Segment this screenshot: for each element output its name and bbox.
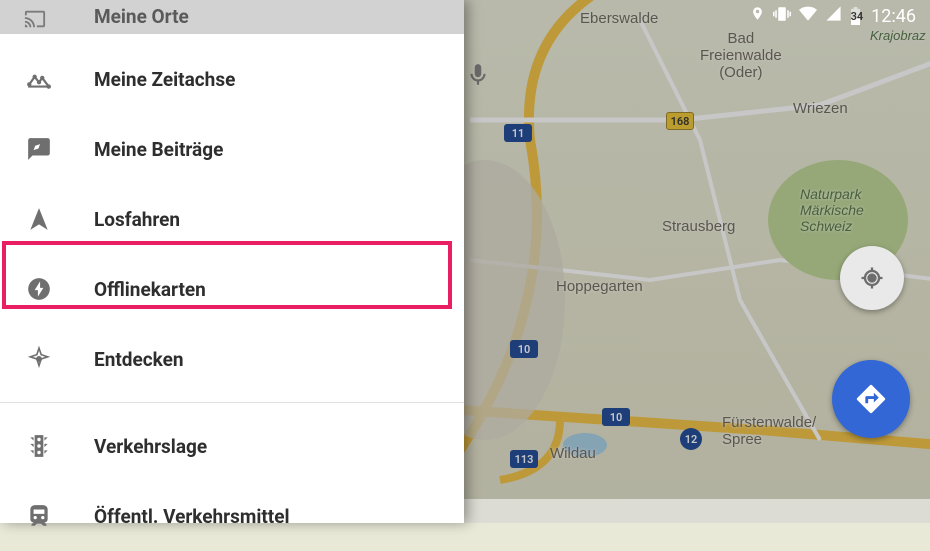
menu-item-label: Entdecken: [94, 348, 184, 371]
location-icon: [750, 6, 765, 26]
menu-item-timeline[interactable]: Meine Zeitachse: [0, 44, 464, 114]
menu-item-label: Verkehrslage: [94, 435, 207, 458]
timeline-icon: [26, 66, 94, 92]
place-strausberg: Strausberg: [662, 218, 735, 235]
menu-item-contributions[interactable]: Meine Beiträge: [0, 114, 464, 184]
cast-icon[interactable]: [24, 8, 46, 34]
navigation-arrow-icon: [26, 206, 94, 232]
battery-percent: 34: [851, 10, 864, 23]
drawer-header: Meine Orte: [0, 0, 464, 34]
menu-item-label: Offlinekarten: [94, 278, 206, 301]
menu-item-label: Meine Zeitachse: [94, 68, 235, 91]
status-bar: 34 12:46: [750, 0, 930, 32]
road-badge-a10b: 10: [602, 408, 630, 426]
place-naturpark: Naturpark Märkische Schweiz: [800, 186, 864, 234]
review-icon: [26, 136, 94, 162]
menu-item-explore[interactable]: Entdecken: [0, 324, 464, 394]
menu-item-label: Öffentl. Verkehrsmittel: [94, 505, 290, 528]
menu-item-label: Losfahren: [94, 208, 180, 231]
menu-item-offline-maps[interactable]: Offlinekarten: [0, 254, 464, 324]
directions-button[interactable]: [832, 360, 910, 438]
voice-search-icon[interactable]: [465, 62, 491, 88]
traffic-icon: [26, 433, 94, 459]
place-hoppegarten: Hoppegarten: [556, 278, 643, 295]
menu-divider: [0, 402, 464, 403]
battery-icon: 34: [850, 7, 864, 25]
place-eberswalde: Eberswalde: [580, 10, 658, 27]
wifi-icon: [799, 5, 817, 28]
menu-item-traffic[interactable]: Verkehrslage: [0, 411, 464, 481]
place-furstenwalde: Fürstenwalde/ Spree: [722, 414, 816, 448]
place-bad-freienwalde: Bad Freienwalde (Oder): [700, 30, 782, 81]
menu-item-label: Meine Beiträge: [94, 138, 223, 161]
navigation-drawer: Meine Orte Meine Zeitachse Meine Beiträg…: [0, 0, 464, 523]
menu-item-transit[interactable]: Öffentl. Verkehrsmittel: [0, 481, 464, 551]
vibrate-icon: [773, 5, 791, 28]
status-clock: 12:46: [871, 6, 916, 27]
road-badge-a10a: 10: [510, 340, 538, 358]
transit-icon: [26, 503, 94, 529]
road-badge-b168: 168: [666, 112, 694, 130]
compass-icon: [26, 346, 94, 372]
bolt-icon: [26, 276, 94, 302]
place-wildau: Wildau: [550, 445, 596, 462]
place-wriezen: Wriezen: [793, 100, 848, 117]
drawer-menu: Meine Zeitachse Meine Beiträge Losfahren…: [0, 34, 464, 551]
my-location-button[interactable]: [840, 246, 904, 310]
map-bottom-bar: [464, 499, 930, 523]
cell-signal-icon: [825, 5, 842, 27]
drawer-title: Meine Orte: [94, 5, 189, 28]
menu-item-start-driving[interactable]: Losfahren: [0, 184, 464, 254]
road-badge-a113: 113: [510, 450, 538, 468]
road-badge-a11: 11: [504, 124, 532, 142]
road-badge-a12: 12: [680, 428, 702, 450]
